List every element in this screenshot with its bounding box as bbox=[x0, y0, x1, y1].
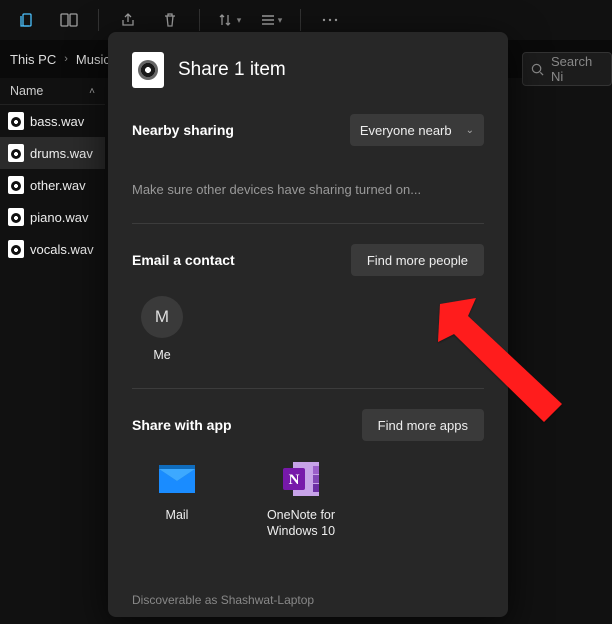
chevron-right-icon: › bbox=[64, 53, 68, 65]
share-with-app-row: Share with app Find more apps bbox=[132, 409, 484, 441]
chevron-down-icon: ⌄ bbox=[466, 125, 474, 136]
app-mail[interactable]: Mail bbox=[132, 461, 222, 540]
onenote-icon: N bbox=[283, 461, 319, 497]
apps-label: Share with app bbox=[132, 417, 232, 433]
file-list: Name ˄ bass.wav drums.wav other.wav pian… bbox=[0, 78, 105, 624]
nearby-label: Nearby sharing bbox=[132, 122, 234, 138]
audio-file-icon bbox=[8, 208, 24, 226]
discoverable-text: Discoverable as Shashwat-Laptop bbox=[132, 579, 484, 607]
search-placeholder: Search Ni bbox=[551, 54, 601, 84]
file-row[interactable]: drums.wav bbox=[0, 137, 105, 169]
nearby-dropdown[interactable]: Everyone nearb ⌄ bbox=[350, 114, 484, 146]
file-row[interactable]: vocals.wav bbox=[0, 233, 105, 265]
find-more-people-button[interactable]: Find more people bbox=[351, 244, 484, 276]
sort-asc-icon: ˄ bbox=[89, 86, 95, 97]
nearby-hint: Make sure other devices have sharing tur… bbox=[132, 182, 484, 197]
email-contact-row: Email a contact Find more people bbox=[132, 244, 484, 276]
share-title: Share 1 item bbox=[178, 59, 286, 81]
nearby-sharing-row: Nearby sharing Everyone nearb ⌄ bbox=[132, 114, 484, 146]
column-header-name[interactable]: Name ˄ bbox=[0, 78, 105, 105]
audio-file-icon bbox=[8, 240, 24, 258]
new-window-icon[interactable] bbox=[50, 4, 88, 36]
search-icon bbox=[531, 63, 544, 76]
toolbar-separator bbox=[199, 9, 200, 31]
apps-list: Mail N OneNote for Windows 10 bbox=[132, 461, 484, 540]
divider bbox=[132, 223, 484, 224]
share-header: Share 1 item bbox=[132, 52, 484, 88]
audio-file-icon bbox=[8, 176, 24, 194]
app-onenote[interactable]: N OneNote for Windows 10 bbox=[256, 461, 346, 540]
breadcrumb-root[interactable]: This PC bbox=[10, 52, 56, 67]
file-row[interactable]: piano.wav bbox=[0, 201, 105, 233]
share-dialog: Share 1 item Nearby sharing Everyone nea… bbox=[108, 32, 508, 617]
email-label: Email a contact bbox=[132, 252, 235, 268]
divider bbox=[132, 388, 484, 389]
toolbar-separator bbox=[300, 9, 301, 31]
svg-text:N: N bbox=[289, 472, 300, 488]
share-item-thumb bbox=[132, 52, 164, 88]
file-row[interactable]: bass.wav bbox=[0, 105, 105, 137]
audio-file-icon bbox=[8, 112, 24, 130]
file-row[interactable]: other.wav bbox=[0, 169, 105, 201]
toolbar-separator bbox=[98, 9, 99, 31]
copy-panel-icon[interactable] bbox=[8, 4, 46, 36]
find-more-apps-button[interactable]: Find more apps bbox=[362, 409, 484, 441]
avatar: M bbox=[141, 296, 183, 338]
search-input[interactable]: Search Ni bbox=[522, 52, 612, 86]
audio-file-icon bbox=[8, 144, 24, 162]
mail-icon bbox=[159, 461, 195, 497]
contact-me[interactable]: M Me bbox=[132, 296, 192, 362]
breadcrumb-folder[interactable]: Music bbox=[76, 52, 110, 67]
